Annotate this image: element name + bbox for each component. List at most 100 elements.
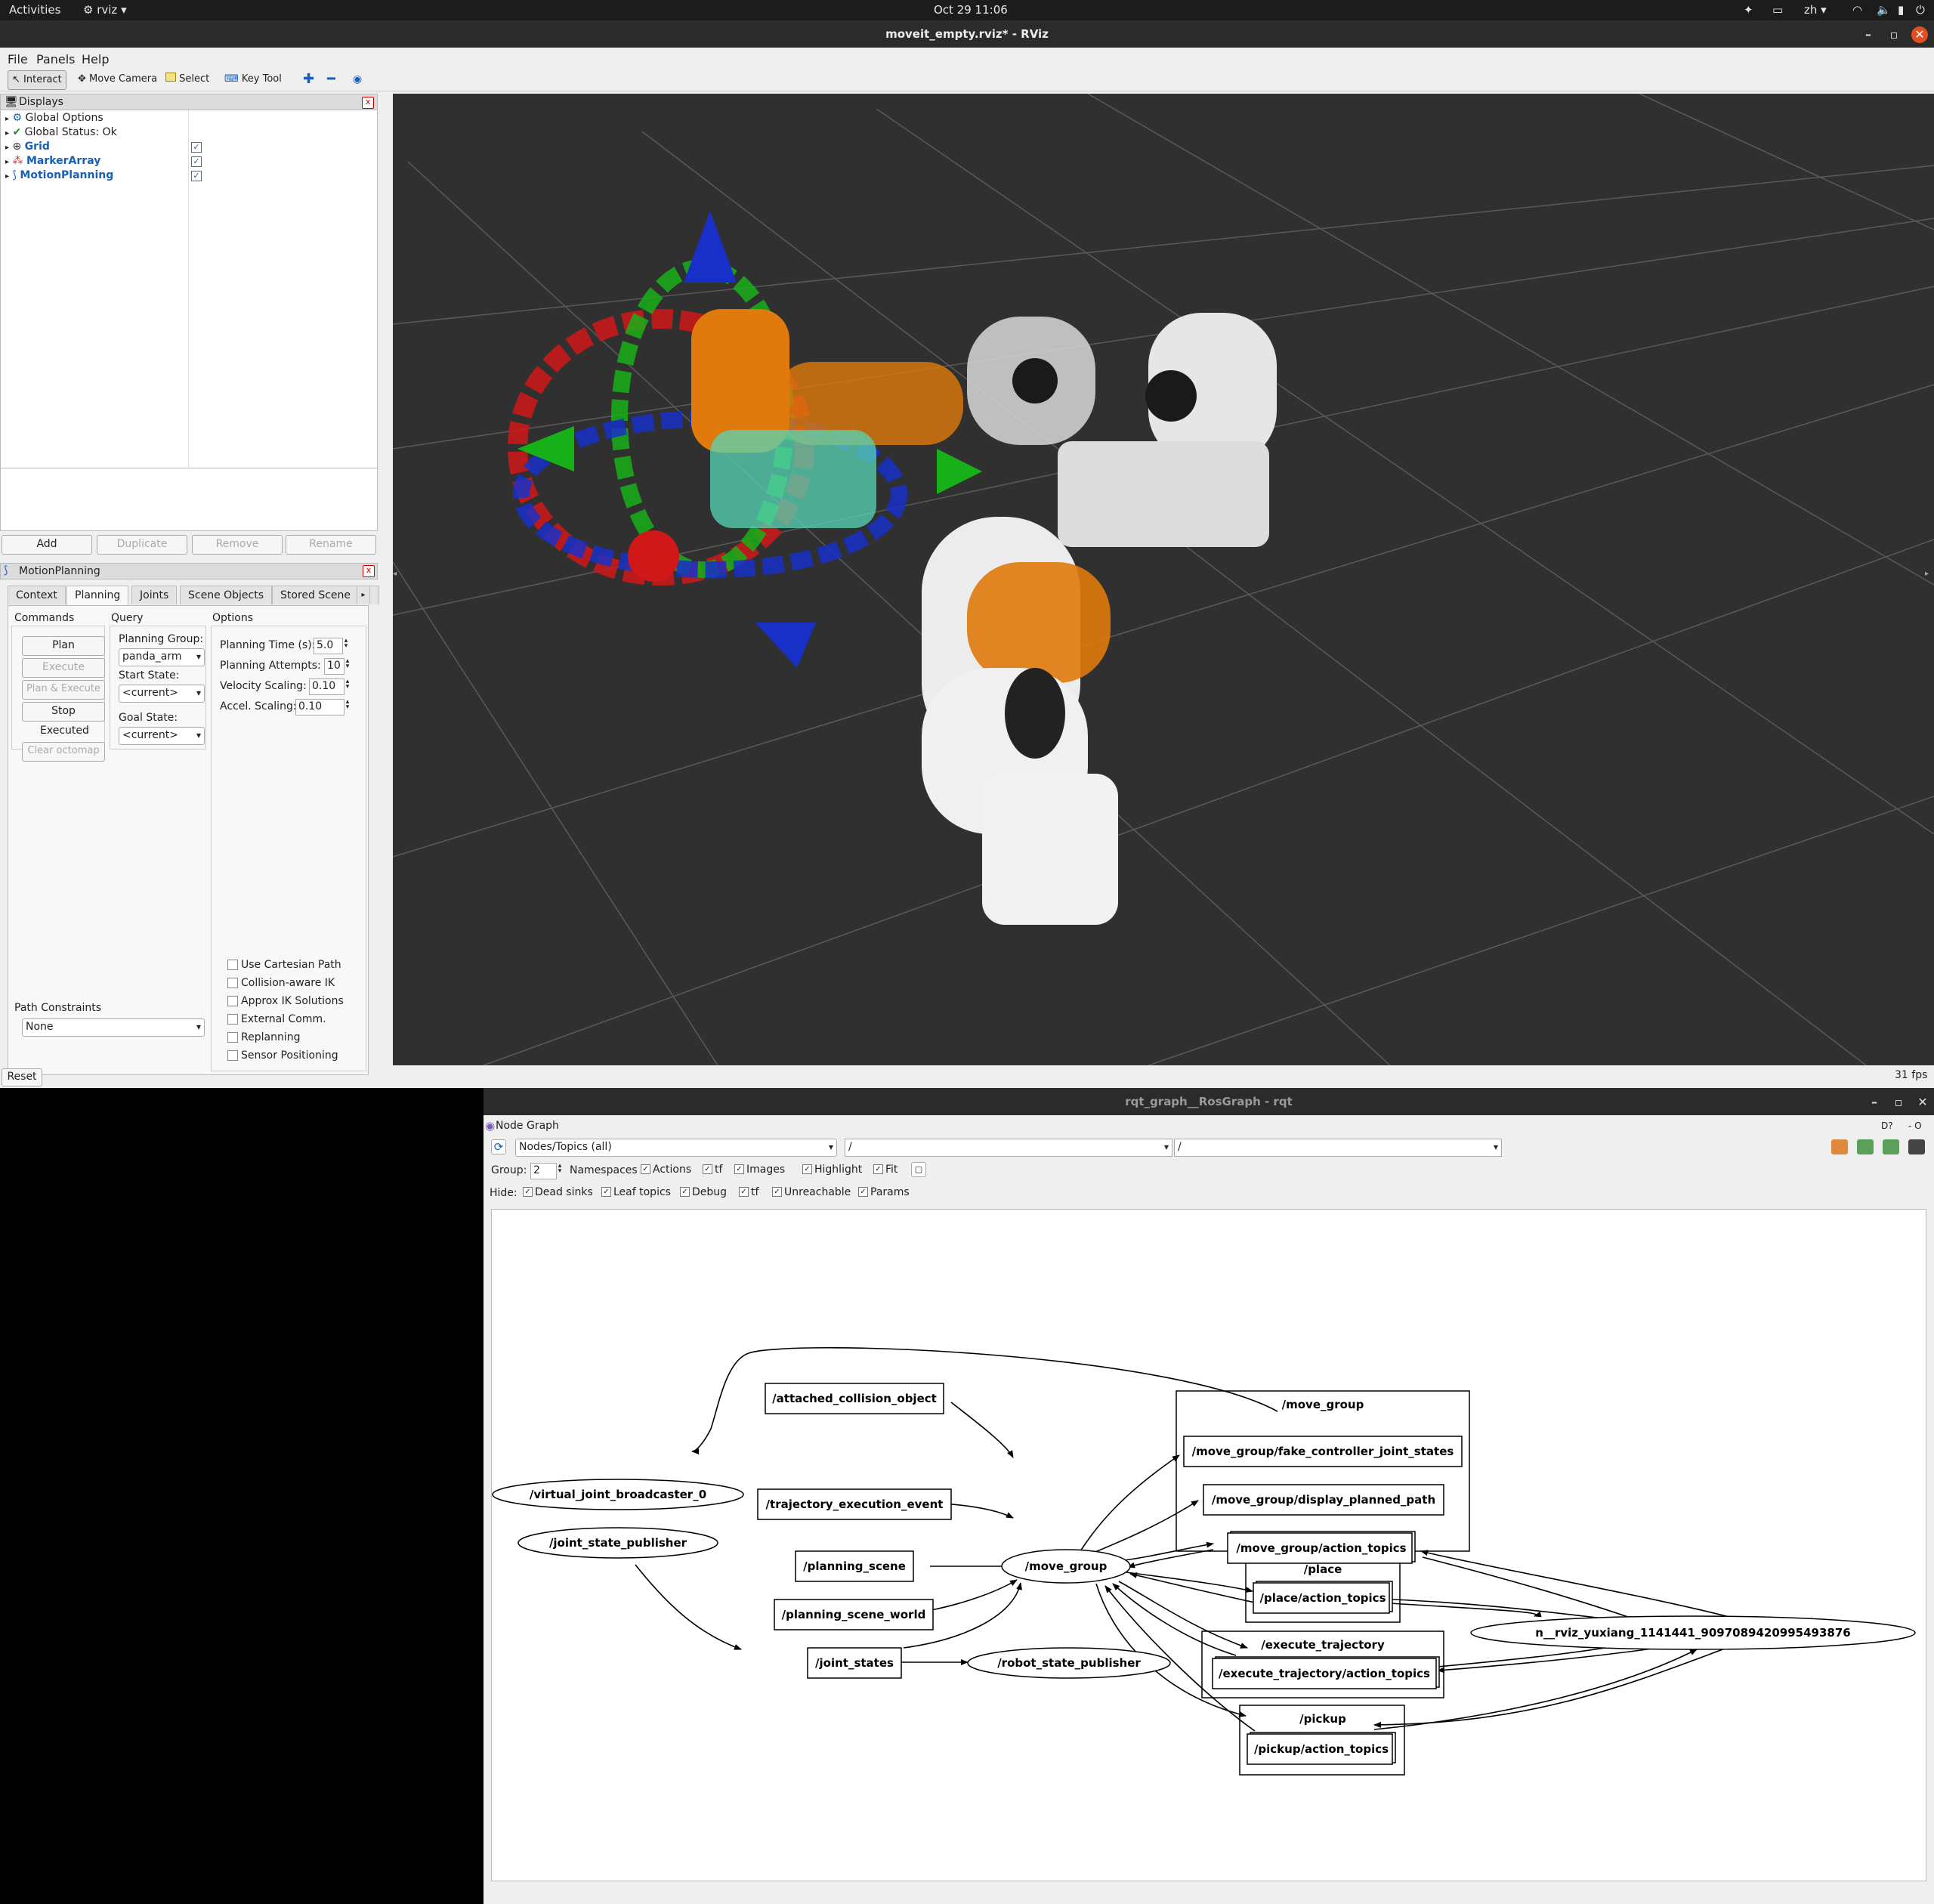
collision-aware-ik-checkbox[interactable]: Collision-aware IK bbox=[227, 976, 335, 990]
expand-arrow-icon[interactable]: ▸ bbox=[1, 129, 9, 138]
tab-context[interactable]: Context bbox=[8, 586, 66, 604]
volume-icon[interactable]: 🔈 bbox=[1877, 3, 1891, 17]
close-panel-icon[interactable]: x bbox=[362, 97, 374, 109]
close-icon[interactable]: ✕ bbox=[1914, 1094, 1931, 1111]
maximize-icon[interactable]: ▫ bbox=[1890, 1094, 1907, 1111]
add-display-button[interactable]: Add bbox=[2, 535, 92, 555]
display-item-global-status[interactable]: ▸ ✔ Global Status: Ok bbox=[1, 125, 117, 140]
window-icon[interactable]: ▭ bbox=[1772, 3, 1783, 17]
display-enable-checkbox[interactable]: ✓ bbox=[191, 156, 202, 167]
goal-state-select[interactable]: <current> bbox=[119, 727, 205, 745]
images-checkbox[interactable]: Images bbox=[734, 1163, 785, 1176]
fit-checkbox[interactable]: Fit bbox=[873, 1163, 897, 1176]
tf-group-checkbox[interactable]: tf bbox=[703, 1163, 722, 1176]
3d-viewport[interactable]: ◂ ▸ bbox=[393, 94, 1934, 1065]
save-image-icon[interactable] bbox=[1908, 1139, 1925, 1154]
accel-scaling-input[interactable]: 0.10 bbox=[295, 698, 354, 716]
tab-joints[interactable]: Joints bbox=[131, 586, 178, 604]
display-item-motionplanning[interactable]: ▸ ⟆ MotionPlanning ✓ bbox=[1, 168, 377, 183]
interact-tool[interactable]: ↖ Interact bbox=[8, 70, 66, 90]
battery-icon[interactable]: ▮ bbox=[1898, 3, 1904, 17]
sensor-positioning-checkbox[interactable]: Sensor Positioning bbox=[227, 1049, 338, 1062]
tab-planning[interactable]: Planning bbox=[66, 586, 129, 606]
group-depth-input[interactable]: 2 bbox=[530, 1162, 567, 1179]
display-label: MotionPlanning bbox=[20, 169, 114, 181]
close-panel-icon[interactable]: x bbox=[363, 565, 375, 577]
rename-display-button[interactable]: Rename bbox=[286, 535, 376, 555]
tray-icon[interactable]: ✦ bbox=[1744, 3, 1753, 17]
stop-button[interactable]: Stop bbox=[22, 702, 105, 722]
use-cartesian-path-checkbox[interactable]: Use Cartesian Path bbox=[227, 958, 341, 972]
node-filter-input[interactable]: / bbox=[845, 1139, 1172, 1157]
close-icon[interactable]: ✕ bbox=[1911, 26, 1928, 43]
maximize-icon[interactable]: ▫ bbox=[1886, 26, 1902, 43]
approx-ik-checkbox[interactable]: Approx IK Solutions bbox=[227, 994, 344, 1008]
collapse-right-icon[interactable]: ▸ bbox=[1925, 570, 1929, 578]
debug-checkbox[interactable]: Debug bbox=[680, 1185, 727, 1199]
clear-octomap-button[interactable]: Clear octomap bbox=[22, 742, 105, 762]
remove-display-button[interactable]: Remove bbox=[192, 535, 283, 555]
tf-hide-checkbox[interactable]: tf bbox=[739, 1185, 758, 1199]
save-svg-icon[interactable] bbox=[1883, 1139, 1899, 1154]
minimize-icon[interactable]: – bbox=[1866, 1094, 1883, 1111]
select-tool[interactable]: Select bbox=[162, 70, 213, 88]
namespaces-label[interactable]: Namespaces bbox=[570, 1164, 638, 1176]
tab-scroll-right-icon[interactable]: ▸ bbox=[357, 586, 370, 604]
collapse-left-icon[interactable]: ◂ bbox=[393, 570, 397, 578]
activities-button[interactable]: Activities bbox=[9, 3, 60, 17]
graph-canvas[interactable]: /move_group /place /execute_trajectory /… bbox=[491, 1209, 1926, 1881]
plugin-help-icon[interactable]: D? bbox=[1881, 1117, 1893, 1135]
expand-arrow-icon[interactable]: ▸ bbox=[1, 158, 9, 166]
language-indicator[interactable]: zh ▾ bbox=[1804, 3, 1827, 17]
planning-attempts-input[interactable]: 10 bbox=[324, 657, 354, 675]
menu-help[interactable]: Help bbox=[82, 52, 109, 66]
unreachable-checkbox[interactable]: Unreachable bbox=[772, 1185, 851, 1199]
velocity-scaling-input[interactable]: 0.10 bbox=[309, 678, 354, 695]
ros-graph: /move_group /place /execute_trajectory /… bbox=[492, 1346, 1916, 1776]
planning-time-input[interactable]: 5.0 bbox=[314, 637, 353, 654]
expand-arrow-icon[interactable]: ▸ bbox=[1, 144, 9, 152]
duplicate-display-button[interactable]: Duplicate bbox=[97, 535, 187, 555]
menu-file[interactable]: File bbox=[8, 52, 28, 66]
plan-and-execute-button[interactable]: Plan & Execute bbox=[22, 680, 105, 700]
plan-button[interactable]: Plan bbox=[22, 636, 105, 656]
display-item-markerarray[interactable]: ▸ ⁂ MarkerArray ✓ bbox=[1, 154, 377, 168]
path-constraints-select[interactable]: None bbox=[22, 1018, 205, 1037]
dead-sinks-checkbox[interactable]: Dead sinks bbox=[523, 1185, 593, 1199]
planning-group-select[interactable]: panda_arm bbox=[119, 648, 205, 666]
display-item-grid[interactable]: ▸ ⊕ Grid ✓ bbox=[1, 140, 377, 154]
display-enable-checkbox[interactable]: ✓ bbox=[191, 142, 202, 153]
display-item-global-options[interactable]: ▸ ⚙ Global Options bbox=[1, 111, 103, 125]
refresh-icon[interactable]: ⟳ bbox=[491, 1139, 506, 1154]
save-dot-icon[interactable] bbox=[1857, 1139, 1874, 1154]
tool-properties-icon[interactable]: ◉ bbox=[349, 70, 366, 88]
menu-panels[interactable]: Panels bbox=[36, 52, 76, 66]
display-enable-checkbox[interactable]: ✓ bbox=[191, 171, 202, 181]
topic-filter-input[interactable]: / bbox=[1174, 1139, 1502, 1157]
clock[interactable]: Oct 29 11:06 bbox=[934, 3, 1008, 17]
expand-arrow-icon[interactable]: ▸ bbox=[1, 115, 9, 123]
leaf-topics-checkbox[interactable]: Leaf topics bbox=[601, 1185, 671, 1199]
key-tool[interactable]: ⌨ Key Tool bbox=[221, 70, 286, 88]
tab-scene-objects[interactable]: Scene Objects bbox=[180, 586, 273, 604]
fit-view-icon[interactable]: ▢ bbox=[911, 1162, 926, 1177]
wifi-icon[interactable]: ◠ bbox=[1852, 3, 1862, 17]
external-comm-checkbox[interactable]: External Comm. bbox=[227, 1012, 326, 1026]
replanning-checkbox[interactable]: Replanning bbox=[227, 1031, 300, 1044]
actions-checkbox[interactable]: Actions bbox=[641, 1163, 691, 1176]
execute-button[interactable]: Execute bbox=[22, 658, 105, 678]
remove-tool-icon[interactable]: ━ bbox=[323, 70, 339, 88]
minimize-icon[interactable]: – bbox=[1860, 26, 1877, 43]
params-checkbox[interactable]: Params bbox=[858, 1185, 910, 1199]
graph-mode-select[interactable]: Nodes/Topics (all) bbox=[515, 1139, 837, 1157]
start-state-select[interactable]: <current> bbox=[119, 685, 205, 703]
reset-button[interactable]: Reset bbox=[2, 1068, 42, 1086]
move-camera-tool[interactable]: ✥ Move Camera bbox=[74, 70, 161, 88]
expand-arrow-icon[interactable]: ▸ bbox=[1, 172, 9, 181]
open-folder-icon[interactable] bbox=[1831, 1139, 1848, 1154]
plugin-close-icon[interactable]: - O bbox=[1908, 1117, 1922, 1135]
highlight-checkbox[interactable]: Highlight bbox=[802, 1163, 862, 1176]
app-menu[interactable]: ⚙ rviz ▾ bbox=[83, 3, 127, 17]
add-tool-icon[interactable]: ✚ bbox=[299, 70, 318, 88]
power-icon[interactable]: ⏻ bbox=[1916, 3, 1925, 17]
